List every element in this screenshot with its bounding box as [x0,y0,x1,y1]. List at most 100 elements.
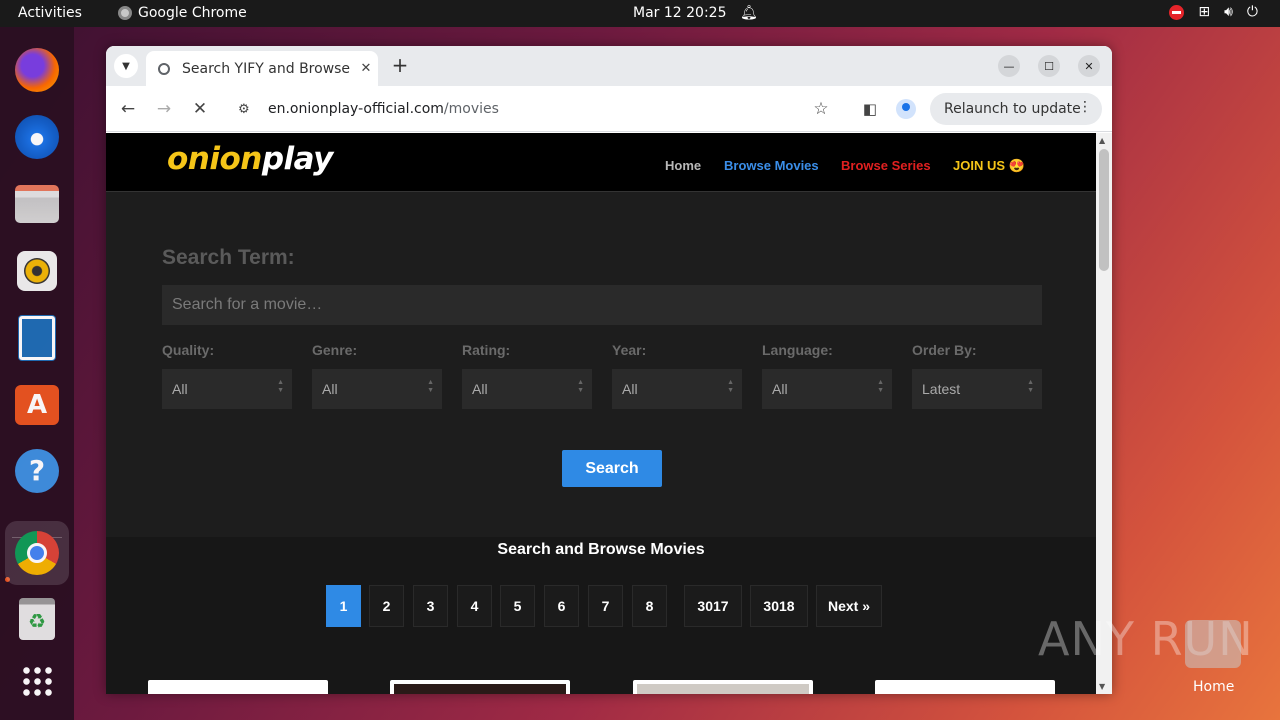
tab-active[interactable]: Search YIFY and Browse ✕ [146,51,378,86]
genre-select[interactable]: All ▲ ▼ [312,369,442,409]
quality-select[interactable]: All ▲ ▼ [162,369,292,409]
page-8-button[interactable]: 8 [632,585,667,627]
tab-title: Search YIFY and Browse [182,60,351,77]
activities-button[interactable]: Activities [18,5,82,21]
select-arrows-icon: ▲ ▼ [427,379,434,394]
movie-poster[interactable] [148,680,328,694]
back-button[interactable]: ← [116,97,140,121]
year-select[interactable]: All ▲ ▼ [612,369,742,409]
rhythmbox-dock-item[interactable] [13,247,61,295]
rating-value: All [472,381,488,397]
tab-bar: ▼ Search YIFY and Browse ✕ + — ☐ ✕ [106,46,1112,86]
genre-value: All [322,381,338,397]
clock[interactable]: Mar 12 20:25 [633,5,726,21]
thunderbird-dock-item[interactable] [13,113,61,161]
page-5-button[interactable]: 5 [500,585,535,627]
presentation-icon [19,316,55,360]
next-page-button[interactable]: Next » [816,585,882,627]
thunderbird-icon [15,115,59,159]
browse-title: Search and Browse Movies [497,541,705,558]
order-by-value: Latest [922,381,961,397]
app-menu[interactable]: Google Chrome [118,5,247,21]
scroll-down-icon[interactable]: ▼ [1099,682,1105,691]
select-arrows-icon: ▲ ▼ [877,379,884,394]
search-input[interactable] [162,285,1042,325]
movie-poster[interactable] [390,680,570,694]
relaunch-label: Relaunch to update [944,101,1081,117]
help-dock-item[interactable]: ? [13,447,61,495]
nav-join-us[interactable]: JOIN US 😍 [953,158,1025,174]
forward-button[interactable]: → [152,97,176,121]
select-arrows-icon: ▲ ▼ [577,379,584,394]
order-by-select[interactable]: Latest ▲ ▼ [912,369,1042,409]
language-select[interactable]: All ▲ ▼ [762,369,892,409]
logo-part-onion: onion [167,141,262,177]
rating-label: Rating: [462,342,511,358]
movie-poster[interactable] [875,680,1055,694]
app-center-dock-item[interactable]: A [13,381,61,429]
page-7-button[interactable]: 7 [588,585,623,627]
chevron-down-icon: ▼ [122,60,130,72]
firefox-icon [15,48,59,92]
page-2-button[interactable]: 2 [369,585,404,627]
notification-bell-icon: 🔔︎ [740,5,758,21]
onionplay-logo[interactable]: onionplay [167,141,333,177]
profile-avatar-icon[interactable] [896,99,916,119]
nav-browse-series[interactable]: Browse Series [841,158,931,173]
home-folder-icon[interactable] [1185,620,1241,668]
chrome-icon [15,531,59,575]
impress-dock-item[interactable] [13,314,61,362]
close-tab-icon[interactable]: ✕ [354,61,378,76]
rating-select[interactable]: All ▲ ▼ [462,369,592,409]
grid-icon [21,665,53,697]
logo-part-play: play [261,141,334,177]
scrollbar-thumb[interactable] [1099,149,1109,271]
files-dock-item[interactable] [13,180,61,228]
scroll-up-icon[interactable]: ▲ [1099,136,1105,145]
quality-label: Quality: [162,342,215,358]
address-bar[interactable]: ⚙ en.onionplay-official.com/movies [226,92,826,126]
stop-loading-button[interactable]: ✕ [188,97,212,121]
select-arrows-icon: ▲ ▼ [727,379,734,394]
quality-value: All [172,381,188,397]
page-4-button[interactable]: 4 [457,585,492,627]
language-value: All [772,381,788,397]
relaunch-to-update-button[interactable]: Relaunch to update ⋮ [930,93,1102,125]
nav-home[interactable]: Home [665,158,701,173]
nav-browse-movies[interactable]: Browse Movies [724,158,819,173]
page-1-button[interactable]: 1 [326,585,361,627]
page-3018-button[interactable]: 3018 [750,585,808,627]
tab-search-button[interactable]: ▼ [114,54,138,78]
network-icon: ⊞ [1198,4,1211,20]
year-value: All [622,381,638,397]
folder-icon [15,185,59,223]
dock: A ? ♻ [0,27,74,720]
side-panel-icon[interactable]: ◧ [858,97,882,121]
search-button[interactable]: Search [562,450,662,487]
help-icon: ? [15,449,59,493]
new-tab-button[interactable]: + [388,54,412,78]
app-store-icon: A [15,385,59,425]
page-scrollbar[interactable]: ▲ ▼ [1096,133,1112,694]
speaker-icon [17,251,57,291]
top-bar: Activities Google Chrome Mar 12 20:25 🔔︎… [0,0,1280,27]
site-info-icon[interactable]: ⚙ [238,102,254,117]
minimize-button[interactable]: — [998,55,1020,77]
trash-dock-item[interactable]: ♻ [13,595,61,643]
maximize-button[interactable]: ☐ [1038,55,1060,77]
close-window-button[interactable]: ✕ [1078,55,1100,77]
more-menu-icon[interactable]: ⋮ [1078,99,1092,115]
firefox-dock-item[interactable] [13,46,61,94]
power-icon: ⏻ [1246,4,1258,20]
page-6-button[interactable]: 6 [544,585,579,627]
volume-icon: 🔊︎ [1224,4,1233,20]
chrome-dock-item[interactable] [5,521,69,585]
movie-poster[interactable] [633,680,813,694]
page-3017-button[interactable]: 3017 [684,585,742,627]
bookmark-star-icon[interactable]: ☆ [809,97,833,121]
page-3-button[interactable]: 3 [413,585,448,627]
show-apps-button[interactable] [13,657,61,705]
system-tray[interactable]: ⊞ 🔊︎ ⏻ [1169,4,1258,20]
do-not-disturb-icon [1169,4,1185,20]
site-header: onionplay Home Browse Movies Browse Seri… [106,133,1096,192]
